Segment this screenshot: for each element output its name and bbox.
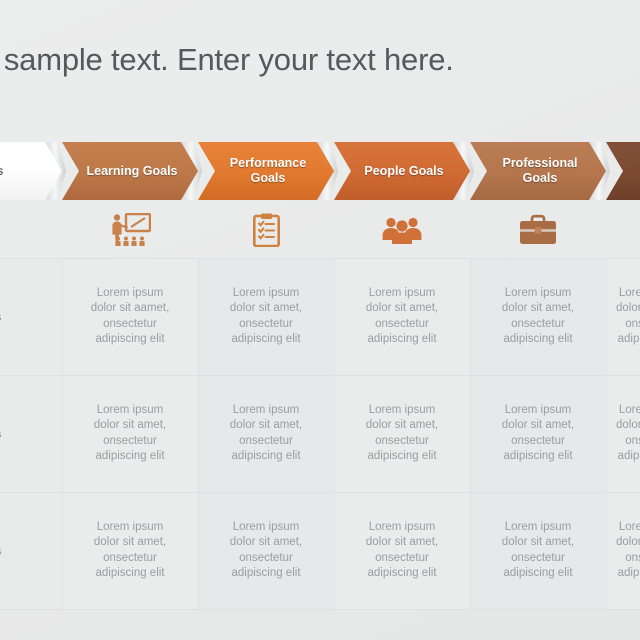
table-row: Lorem ipsum dolor sit amet, onsectetur a… (334, 492, 470, 609)
table-cell: Lorem ipsum dolor sit amet, onsectetur a… (616, 520, 640, 580)
table-cell: Lorem ipsum dolor sit amet, onsectetur a… (365, 520, 439, 580)
table-row: Lorem ipsum dolor sit amet, onsectetur a… (606, 258, 640, 375)
table-row: Lorem ipsum dolor sit amet, onsectetur a… (470, 258, 606, 375)
chevron-header-learning-goals[interactable]: Learning Goals (62, 142, 198, 200)
table-gridline-horizontal (0, 609, 640, 610)
chevron-header-band: s Learning Goals Performance Goals Peopl… (0, 142, 640, 200)
table-cell: Lorem ipsum dolor sit amet, onsectetur a… (501, 286, 575, 346)
slide-canvas: is a sample text. Enter your text here. … (0, 0, 640, 640)
table-row: Lorem ipsum dolor sit amet, onsectetur a… (606, 492, 640, 609)
clipboard-checklist-icon (252, 213, 280, 247)
table-cell: Lorem ipsum dolor sit amet, onsectetur a… (365, 286, 439, 346)
table-row: Lorem ipsum dolor sit amet, onsectetur a… (334, 375, 470, 492)
table-cell: Lorem ipsum dolor sit amet, onsectetur a… (616, 286, 640, 346)
table-row-label-1: s (0, 375, 62, 492)
chevron-header-performance-goals[interactable]: Performance Goals (198, 142, 334, 200)
table-cell: Lorem ipsum dolor sit amet, onsectetur a… (501, 403, 575, 463)
table-row: Lorem ipsum dolor sit amet, onsectetur a… (606, 375, 640, 492)
briefcase-icon (519, 214, 557, 246)
table-cell: Lorem ipsum dolor sit amet, onsectetur a… (229, 286, 303, 346)
table-row: Lorem ipsum dolor sit amet, onsectetur a… (470, 492, 606, 609)
row-label: s (0, 427, 62, 441)
table-cell: Lorem ipsum dolor sit amet, onsectetur a… (229, 403, 303, 463)
presentation-training-icon (109, 213, 151, 247)
people-group-icon (381, 216, 423, 244)
row-label: s (0, 544, 62, 558)
table-cell: Lorem ipsum dolor sit amet, onsectetur a… (93, 403, 167, 463)
table-row: Lorem ipsum dolor sit amet, onsectetur a… (198, 258, 334, 375)
chevron-header-people-goals[interactable]: People Goals (334, 142, 470, 200)
icon-cell-performance-goals (198, 202, 334, 258)
table-row: Lorem ipsum dolor sit amet, onsectetur a… (334, 258, 470, 375)
table-row-label-0: s (0, 258, 62, 375)
icon-cell-professional-goals (470, 202, 606, 258)
table-row: Lorem ipsum dolor sit amet, onsectetur a… (198, 492, 334, 609)
icon-row (0, 202, 640, 258)
page-title: is a sample text. Enter your text here. (0, 42, 454, 77)
table-row: Lorem ipsum dolor sit amet, onsectetur a… (470, 375, 606, 492)
table-cell: Lorem ipsum dolor sit amet, onsectetur a… (93, 520, 167, 580)
table-cell: Lorem ipsum dolor sit amet, onsectetur a… (616, 403, 640, 463)
chevron-header-label: People Goals (364, 163, 444, 178)
table-row-label-2: s (0, 492, 62, 609)
table-cell: Lorem ipsum dolor sit amet, onsectetur a… (365, 403, 439, 463)
chevron-header-professional-goals[interactable]: Professional Goals (470, 142, 606, 200)
table-row: Lorem ipsum dolor sit aamet, onsectetur … (62, 258, 198, 375)
chevron-header-label: Learning Goals (86, 163, 178, 178)
chevron-header-label: s (0, 164, 23, 179)
title-container: is a sample text. Enter your text here. (0, 36, 640, 84)
chevron-header-label: Professional Goals (502, 156, 578, 185)
row-label: s (0, 310, 62, 324)
table-row: Lorem ipsum dolor sit amet, onsectetur a… (62, 492, 198, 609)
table-row: Lorem ipsum dolor sit amet, onsectetur a… (198, 375, 334, 492)
table-cell: Lorem ipsum dolor sit aamet, onsectetur … (90, 286, 170, 346)
chevron-header-label: Performance Goals (229, 156, 307, 185)
icon-cell-people-goals (334, 202, 470, 258)
content-table: s Lorem ipsum dolor sit aamet, onsectetu… (0, 258, 640, 610)
table-cell: Lorem ipsum dolor sit amet, onsectetur a… (229, 520, 303, 580)
table-cell: Lorem ipsum dolor sit amet, onsectetur a… (501, 520, 575, 580)
chevron-header-5[interactable]: Fe Co (606, 142, 640, 200)
table-row: Lorem ipsum dolor sit amet, onsectetur a… (62, 375, 198, 492)
icon-cell-learning-goals (62, 202, 198, 258)
